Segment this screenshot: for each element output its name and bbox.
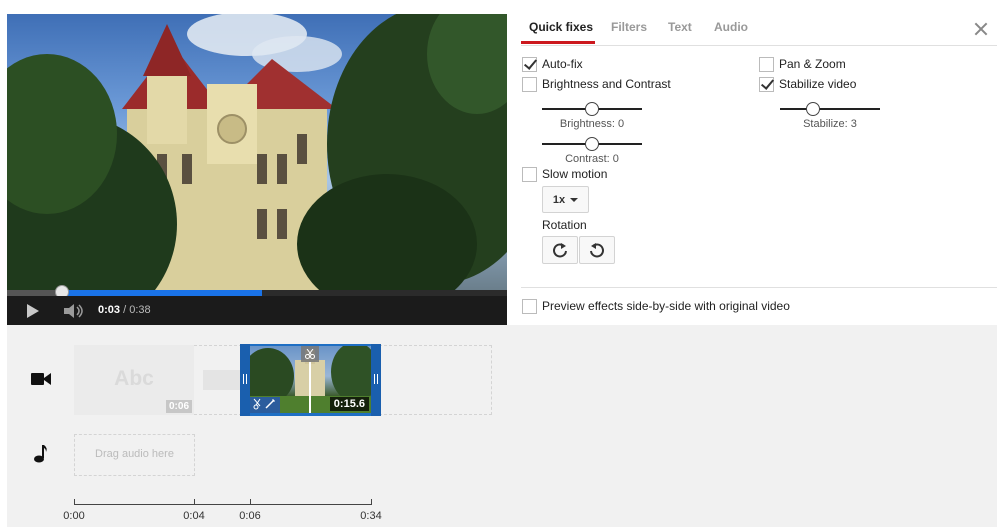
rotate-left-button[interactable] — [579, 236, 615, 264]
auto-fix-option[interactable]: Auto-fix — [522, 55, 583, 73]
tab-quick-fixes[interactable]: Quick fixes — [529, 20, 593, 34]
contrast-slider[interactable] — [542, 137, 642, 151]
speed-dropdown[interactable]: 1x — [542, 186, 589, 213]
brightness-contrast-option[interactable]: Brightness and Contrast — [522, 75, 671, 93]
ruler-tick-label: 0:00 — [63, 510, 85, 522]
time-ruler — [74, 504, 372, 505]
caret-down-icon — [570, 197, 579, 202]
auto-fix-checkbox[interactable] — [522, 56, 537, 72]
ruler-tick-label: 0:06 — [239, 510, 261, 522]
volume-icon[interactable] — [64, 304, 86, 318]
ruler-tick — [74, 499, 75, 505]
divider — [521, 45, 997, 46]
clip-trim-left-handle[interactable] — [240, 344, 250, 416]
video-frame-image — [7, 14, 507, 290]
grip-icon — [374, 374, 378, 384]
editor-tabs: Quick fixes Filters Text Audio — [521, 14, 997, 45]
time-readout: 0:03 / 0:38 — [98, 304, 151, 316]
player-controls: 0:03 / 0:38 — [7, 296, 507, 325]
clip-edit-tools-icon — [253, 398, 275, 410]
ruler-tick-label: 0:34 — [360, 510, 382, 522]
close-icon[interactable] — [974, 22, 988, 36]
clip-playhead[interactable] — [309, 362, 311, 413]
clip-trim-right-handle[interactable] — [371, 344, 381, 416]
stabilize-slider-track — [780, 108, 880, 110]
active-tab-indicator — [521, 41, 595, 44]
pan-zoom-label: Pan & Zoom — [779, 57, 846, 71]
stabilize-label: Stabilize video — [779, 77, 857, 91]
play-icon[interactable] — [27, 304, 39, 318]
preview-side-by-side-option[interactable]: Preview effects side-by-side with origin… — [522, 297, 790, 315]
auto-fix-label: Auto-fix — [542, 57, 583, 71]
timeline: Abc 0:06 0:15.6 Drag audio here 0:00 0:0… — [7, 325, 997, 527]
rotate-right-button[interactable] — [542, 236, 578, 264]
pan-zoom-option[interactable]: Pan & Zoom — [759, 55, 846, 73]
video-clip-duration: 0:15.6 — [329, 397, 369, 411]
video-clip[interactable]: 0:15.6 — [240, 344, 381, 416]
preview-side-by-side-checkbox[interactable] — [522, 298, 537, 314]
rotation-label: Rotation — [542, 218, 587, 232]
stabilize-option[interactable]: Stabilize video — [759, 75, 856, 93]
speed-value: 1x — [552, 193, 566, 206]
title-clip[interactable]: Abc 0:06 — [74, 345, 194, 415]
clip-tools[interactable] — [250, 397, 280, 413]
title-clip-duration: 0:06 — [165, 400, 192, 413]
ruler-tick — [371, 499, 372, 505]
slow-motion-label: Slow motion — [542, 167, 608, 181]
video-player[interactable]: 0:03 / 0:38 — [7, 14, 507, 325]
time-total: 0:38 — [129, 304, 151, 316]
ruler-tick — [250, 499, 251, 505]
stabilize-slider[interactable] — [780, 102, 880, 116]
tab-audio[interactable]: Audio — [714, 20, 748, 34]
split-clip-button[interactable] — [301, 346, 319, 362]
pan-zoom-checkbox[interactable] — [759, 56, 774, 72]
tab-filters[interactable]: Filters — [611, 20, 647, 34]
rotate-counterclockwise-icon — [590, 243, 604, 258]
audio-dropzone[interactable]: Drag audio here — [74, 434, 195, 476]
music-note-icon — [34, 445, 47, 463]
video-camera-icon — [31, 373, 51, 385]
tab-text[interactable]: Text — [668, 20, 692, 34]
stabilize-slider-thumb[interactable] — [806, 102, 820, 116]
transition-placeholder — [203, 370, 243, 390]
slow-motion-checkbox[interactable] — [522, 166, 537, 182]
divider — [521, 287, 997, 288]
contrast-slider-thumb[interactable] — [585, 137, 599, 151]
video-frame[interactable] — [7, 14, 507, 290]
audio-placeholder-text: Drag audio here — [95, 448, 174, 460]
brightness-caption: Brightness: 0 — [559, 118, 625, 130]
ruler-tick — [194, 499, 195, 505]
time-separator: / — [120, 304, 130, 316]
brightness-contrast-checkbox[interactable] — [522, 76, 537, 92]
brightness-slider-thumb[interactable] — [585, 102, 599, 116]
brightness-contrast-label: Brightness and Contrast — [542, 77, 671, 91]
slow-motion-option[interactable]: Slow motion — [522, 165, 607, 183]
time-current: 0:03 — [98, 304, 121, 316]
ruler-tick-label: 0:04 — [183, 510, 205, 522]
preview-side-by-side-label: Preview effects side-by-side with origin… — [542, 299, 790, 313]
video-clip-thumbnail: 0:15.6 — [250, 346, 371, 413]
stabilize-checkbox[interactable] — [759, 76, 774, 92]
title-clip-text: Abc — [114, 367, 154, 390]
scissors-icon — [305, 349, 315, 359]
brightness-slider[interactable] — [542, 102, 642, 116]
contrast-caption: Contrast: 0 — [565, 153, 619, 165]
grip-icon — [243, 374, 247, 384]
rotate-clockwise-icon — [553, 243, 567, 258]
stabilize-caption: Stabilize: 3 — [803, 118, 857, 130]
